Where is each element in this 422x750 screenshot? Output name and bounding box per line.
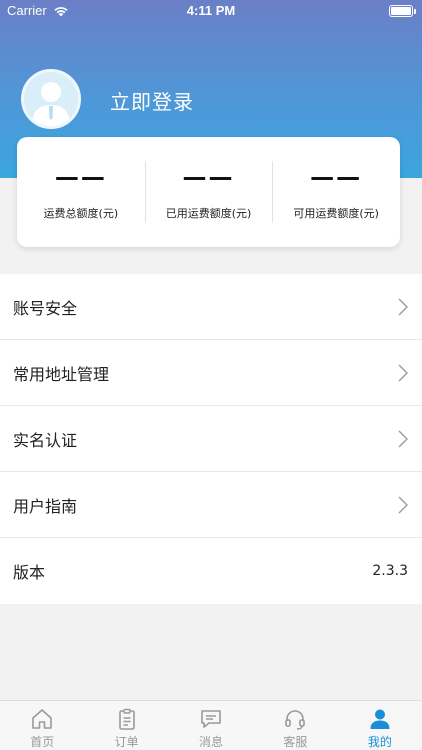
quota-used: —— 已用运费额度(元) xyxy=(144,137,273,247)
freight-quota-card: —— 运费总额度(元) —— 已用运费额度(元) —— 可用运费额度(元) xyxy=(17,137,400,247)
menu-item-label: 账号安全 xyxy=(13,298,78,318)
tab-orders[interactable]: 订单 xyxy=(84,701,168,750)
chevron-right-icon xyxy=(398,298,408,315)
tab-label: 订单 xyxy=(114,735,139,749)
tab-messages[interactable]: 消息 xyxy=(169,701,253,750)
menu-item-label: 实名认证 xyxy=(13,430,78,450)
tab-home[interactable]: 首页 xyxy=(0,701,84,750)
tab-bar: 首页 订单 消息 客服 我的 xyxy=(0,700,422,750)
chevron-right-icon xyxy=(398,496,408,513)
quota-total-label: 运费总额度(元) xyxy=(43,207,119,220)
tab-label: 首页 xyxy=(30,735,55,749)
user-avatar-icon xyxy=(32,82,70,126)
tab-label: 我的 xyxy=(367,735,392,749)
clock: 4:11 PM xyxy=(186,3,236,18)
quota-available-value: —— xyxy=(310,163,363,191)
chat-bubble-icon xyxy=(201,710,221,728)
menu-item-address-management[interactable]: 常用地址管理 xyxy=(0,340,422,406)
tab-label: 客服 xyxy=(283,735,308,749)
tab-service[interactable]: 客服 xyxy=(253,701,337,750)
quota-used-value: —— xyxy=(182,163,235,191)
chevron-right-icon xyxy=(398,364,408,381)
version-value: 2.3.3 xyxy=(372,563,408,579)
menu-item-account-security[interactable]: 账号安全 xyxy=(0,274,422,340)
chevron-right-icon xyxy=(398,430,408,447)
quota-used-label: 已用运费额度(元) xyxy=(165,207,252,220)
user-icon xyxy=(370,709,390,729)
battery-icon xyxy=(389,5,416,17)
quota-available-label: 可用运费额度(元) xyxy=(293,207,379,220)
tab-label: 消息 xyxy=(199,735,224,749)
quota-available: —— 可用运费额度(元) xyxy=(272,137,400,247)
menu-item-label: 版本 xyxy=(13,563,46,582)
menu-item-label: 用户指南 xyxy=(13,496,78,516)
menu-item-label: 常用地址管理 xyxy=(13,364,110,384)
menu-item-version: 版本 2.3.3 xyxy=(0,538,422,604)
quota-total-value: —— xyxy=(54,163,107,191)
avatar[interactable] xyxy=(21,69,81,129)
home-icon xyxy=(32,709,53,729)
status-bar: Carrier 4:11 PM xyxy=(0,0,422,22)
menu-item-real-name-auth[interactable]: 实名认证 xyxy=(0,406,422,472)
settings-menu: 账号安全 常用地址管理 实名认证 用户指南 版本 2.3.3 xyxy=(0,274,422,604)
headset-icon xyxy=(285,710,306,730)
quota-total: —— 运费总额度(元) xyxy=(17,137,145,247)
login-button[interactable]: 立即登录 xyxy=(110,86,194,115)
menu-item-user-guide[interactable]: 用户指南 xyxy=(0,472,422,538)
tab-mine[interactable]: 我的 xyxy=(338,701,422,750)
clipboard-icon xyxy=(118,708,135,730)
